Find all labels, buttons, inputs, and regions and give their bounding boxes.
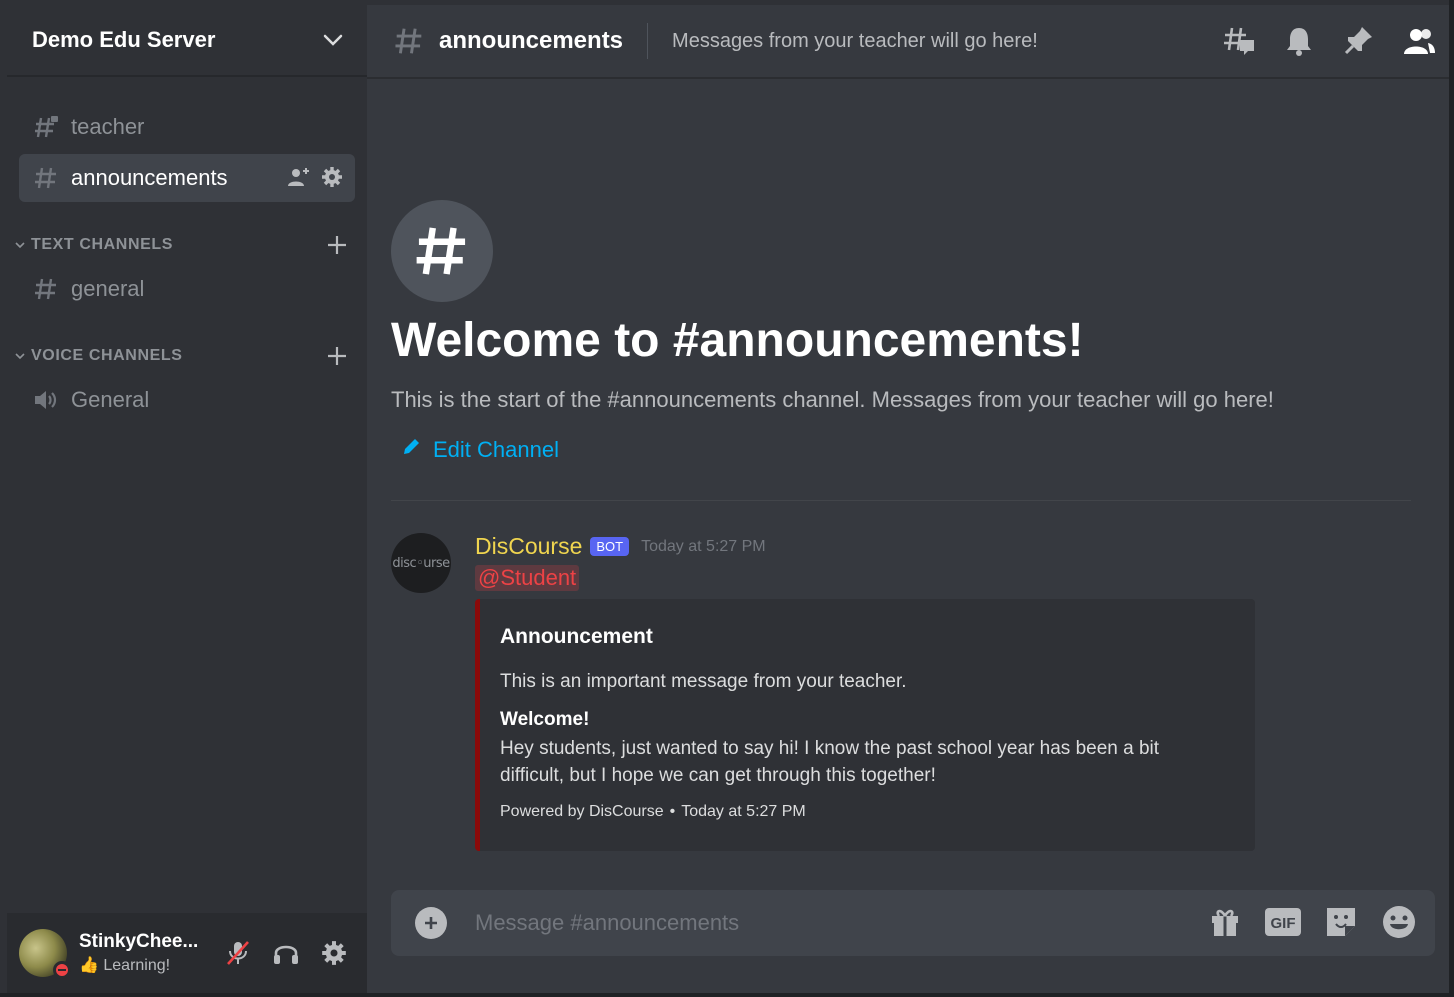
custom-status-text: Learning! xyxy=(103,957,171,974)
message-timestamp: Today at 5:27 PM xyxy=(641,537,766,555)
edit-channel-label: Edit Channel xyxy=(433,437,559,462)
embed-field-value: Hey students, just wanted to say hi! I k… xyxy=(500,738,1160,786)
channel-hash-badge-icon xyxy=(391,200,493,302)
message-header: DisCourse BOT Today at 5:27 PM xyxy=(475,533,766,560)
message-composer: GIF xyxy=(391,890,1435,956)
channel-name: announcements xyxy=(439,27,624,54)
welcome-title: Welcome to #announcements! xyxy=(391,314,1084,367)
channel-label: General xyxy=(71,387,150,412)
locked-text-channel-icon xyxy=(33,114,59,140)
footer-separator: • xyxy=(669,803,676,820)
headphones-icon[interactable] xyxy=(269,936,303,970)
mute-mic-icon[interactable] xyxy=(221,936,255,970)
category-text-channels[interactable]: TEXT CHANNELS xyxy=(13,233,355,257)
category-label: VOICE CHANNELS xyxy=(31,347,183,364)
members-icon[interactable] xyxy=(1401,23,1437,59)
pin-icon[interactable] xyxy=(1341,23,1377,59)
gift-icon[interactable] xyxy=(1207,904,1243,940)
chevron-down-icon[interactable] xyxy=(323,34,343,46)
chevron-down-icon xyxy=(13,241,27,249)
channel-label: general xyxy=(71,276,145,301)
channel-item-voice-general[interactable]: General xyxy=(19,376,355,424)
channel-header: announcements Messages from your teacher… xyxy=(367,5,1449,79)
header-divider xyxy=(647,23,649,59)
server-header[interactable]: Demo Edu Server xyxy=(7,5,367,77)
bot-badge: BOT xyxy=(590,537,630,556)
custom-status: 👍 Learning! xyxy=(79,955,207,975)
channel-label: teacher xyxy=(71,114,145,139)
username: StinkyChee... xyxy=(79,931,199,952)
message-input[interactable] xyxy=(475,910,1175,936)
user-info[interactable]: StinkyChee... 👍 Learning! xyxy=(79,931,207,975)
embed-title: Announcement xyxy=(500,625,653,648)
message-embed: Announcement This is an important messag… xyxy=(475,599,1255,851)
chat-area: announcements Messages from your teacher… xyxy=(367,5,1449,993)
server-name: Demo Edu Server xyxy=(32,27,216,52)
avatar[interactable] xyxy=(19,929,71,979)
add-channel-icon[interactable] xyxy=(325,344,349,368)
window-edge xyxy=(1449,0,1454,997)
invite-icon[interactable] xyxy=(287,166,311,194)
gif-label: GIF xyxy=(1271,915,1296,932)
pencil-icon xyxy=(401,437,421,463)
text-channel-icon xyxy=(393,25,425,57)
embed-description: This is an important message from your t… xyxy=(500,671,907,692)
sticker-icon[interactable] xyxy=(1323,904,1359,940)
bell-icon[interactable] xyxy=(1281,23,1317,59)
channel-label: announcements xyxy=(71,165,228,190)
gear-icon[interactable] xyxy=(317,936,351,970)
category-label: TEXT CHANNELS xyxy=(31,236,174,253)
role-mention[interactable]: @Student xyxy=(475,565,580,591)
gif-icon[interactable]: GIF xyxy=(1265,904,1301,940)
add-attachment-icon[interactable] xyxy=(415,907,447,939)
divider xyxy=(391,500,1411,501)
embed-field-name: Welcome! xyxy=(500,709,590,730)
channel-item-teacher[interactable]: teacher xyxy=(19,103,355,151)
channel-item-announcements[interactable]: announcements xyxy=(19,154,355,202)
embed-footer-time: Today at 5:27 PM xyxy=(681,803,806,820)
dnd-status-icon xyxy=(53,961,71,979)
message-author[interactable]: DisCourse xyxy=(475,533,582,560)
emoji-icon[interactable] xyxy=(1381,904,1417,940)
embed-footer-text: Powered by DisCourse xyxy=(500,803,664,820)
welcome-subtitle: This is the start of the #announcements … xyxy=(391,387,1274,412)
add-channel-icon[interactable] xyxy=(325,233,349,257)
thumbs-up-icon: 👍 xyxy=(79,957,99,974)
category-voice-channels[interactable]: VOICE CHANNELS xyxy=(13,344,355,368)
user-panel: StinkyChee... 👍 Learning! xyxy=(7,913,367,993)
text-channel-icon xyxy=(33,165,59,191)
avatar[interactable]: disc◦urse xyxy=(391,533,451,593)
chevron-down-icon xyxy=(13,352,27,360)
threads-icon[interactable] xyxy=(1221,23,1257,59)
window-edge xyxy=(0,993,1454,997)
embed-footer: Powered by DisCourse • Today at 5:27 PM xyxy=(500,803,1235,821)
channel-topic[interactable]: Messages from your teacher will go here! xyxy=(672,30,1038,53)
speaker-icon xyxy=(33,387,59,413)
bot-logo: disc◦urse xyxy=(392,555,450,571)
gear-icon[interactable] xyxy=(321,166,343,194)
channel-sidebar: Demo Edu Server teacher announcements TE… xyxy=(7,5,367,993)
edit-channel-link[interactable]: Edit Channel xyxy=(401,437,559,463)
text-channel-icon xyxy=(33,276,59,302)
channel-item-general[interactable]: general xyxy=(19,265,355,313)
